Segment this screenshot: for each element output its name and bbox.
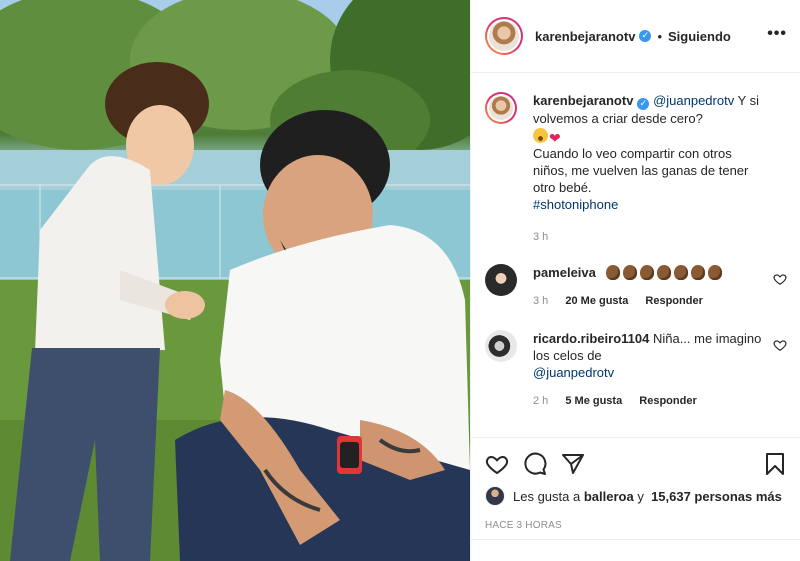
comment-mention-link[interactable]: @juanpedrotv xyxy=(533,365,614,380)
liker-username[interactable]: balleroa xyxy=(584,489,634,504)
separator-dot: • xyxy=(657,28,662,44)
like-heart-icon[interactable] xyxy=(485,452,509,476)
liker-avatar[interactable] xyxy=(485,486,505,506)
post-header: karenbejaranotv ✓ • Siguiendo ••• xyxy=(471,0,800,73)
comment-time[interactable]: 2 h xyxy=(533,395,548,407)
clap-emoji-icon xyxy=(656,265,671,280)
caption-text-2: Cuando lo veo compartir con otros niños,… xyxy=(533,146,749,195)
comment-like-heart-icon[interactable] xyxy=(773,338,787,352)
save-bookmark-icon[interactable] xyxy=(763,452,787,476)
likes-summary: Les gusta a balleroa y 15,637 personas m… xyxy=(485,486,787,506)
author-username[interactable]: karenbejaranotv xyxy=(535,29,635,44)
verified-badge-icon: ✓ xyxy=(639,30,652,42)
share-paper-plane-icon[interactable] xyxy=(561,452,585,476)
following-button[interactable]: Siguiendo xyxy=(668,29,731,44)
likes-middle: y xyxy=(633,488,648,504)
clap-emoji-icon xyxy=(605,265,620,280)
comment-username[interactable]: ricardo.ribeiro1104 xyxy=(533,331,649,346)
comment-likes[interactable]: 20 Me gusta xyxy=(565,295,628,307)
action-icons-bar xyxy=(485,438,787,490)
comments-list[interactable]: karenbejaranotv ✓ @juanpedrotv Y si volve… xyxy=(471,74,800,436)
photo-illustration xyxy=(0,0,470,561)
comment-item: ricardo.ribeiro1104 Niña... me imagino l… xyxy=(485,330,787,410)
post-caption: karenbejaranotv ✓ @juanpedrotv Y si volve… xyxy=(485,92,787,246)
red-heart-emoji-icon: ❤ xyxy=(549,130,561,146)
commenter-avatar[interactable] xyxy=(485,264,517,296)
verified-badge-icon: ✓ xyxy=(637,98,650,110)
author-avatar[interactable] xyxy=(485,17,523,55)
post-sidebar: karenbejaranotv ✓ • Siguiendo ••• karenb… xyxy=(470,0,800,561)
more-dots-icon[interactable]: ••• xyxy=(767,25,787,43)
caption-time[interactable]: 3 h xyxy=(533,231,548,243)
commenter-avatar[interactable] xyxy=(485,330,517,362)
caption-avatar[interactable] xyxy=(485,92,517,124)
clap-emoji-icon xyxy=(690,265,705,280)
reply-button[interactable]: Responder xyxy=(639,395,696,407)
comment-bubble-icon[interactable] xyxy=(523,452,547,476)
post-actions: Les gusta a balleroa y 15,637 personas m… xyxy=(471,437,800,531)
clap-emojis xyxy=(605,265,725,280)
post-timestamp[interactable]: HACE 3 HORAS xyxy=(485,520,787,531)
likes-prefix: Les gusta a xyxy=(513,488,581,504)
comment-time[interactable]: 3 h xyxy=(533,295,548,307)
comment-likes[interactable]: 5 Me gusta xyxy=(565,395,622,407)
likes-count[interactable]: 15,637 personas más xyxy=(651,489,782,504)
reply-button[interactable]: Responder xyxy=(645,295,702,307)
clap-emoji-icon xyxy=(639,265,654,280)
comment-username[interactable]: pameleiva xyxy=(533,265,596,280)
comment-item: pameleiva 3 h 20 Me gusta Responder xyxy=(485,264,787,310)
clap-emoji-icon xyxy=(673,265,688,280)
post-photo[interactable] xyxy=(0,0,470,561)
grin-emoji-icon xyxy=(533,128,548,143)
instagram-post-modal: karenbejaranotv ✓ • Siguiendo ••• karenb… xyxy=(0,0,800,561)
comment-like-heart-icon[interactable] xyxy=(773,272,787,286)
clap-emoji-icon xyxy=(622,265,637,280)
caption-mention-link[interactable]: @juanpedrotv xyxy=(653,93,734,108)
caption-username[interactable]: karenbejaranotv xyxy=(533,93,633,108)
hashtag-link[interactable]: #shotoniphone xyxy=(533,197,618,212)
clap-emoji-icon xyxy=(707,265,722,280)
add-comment-area[interactable] xyxy=(471,539,800,561)
